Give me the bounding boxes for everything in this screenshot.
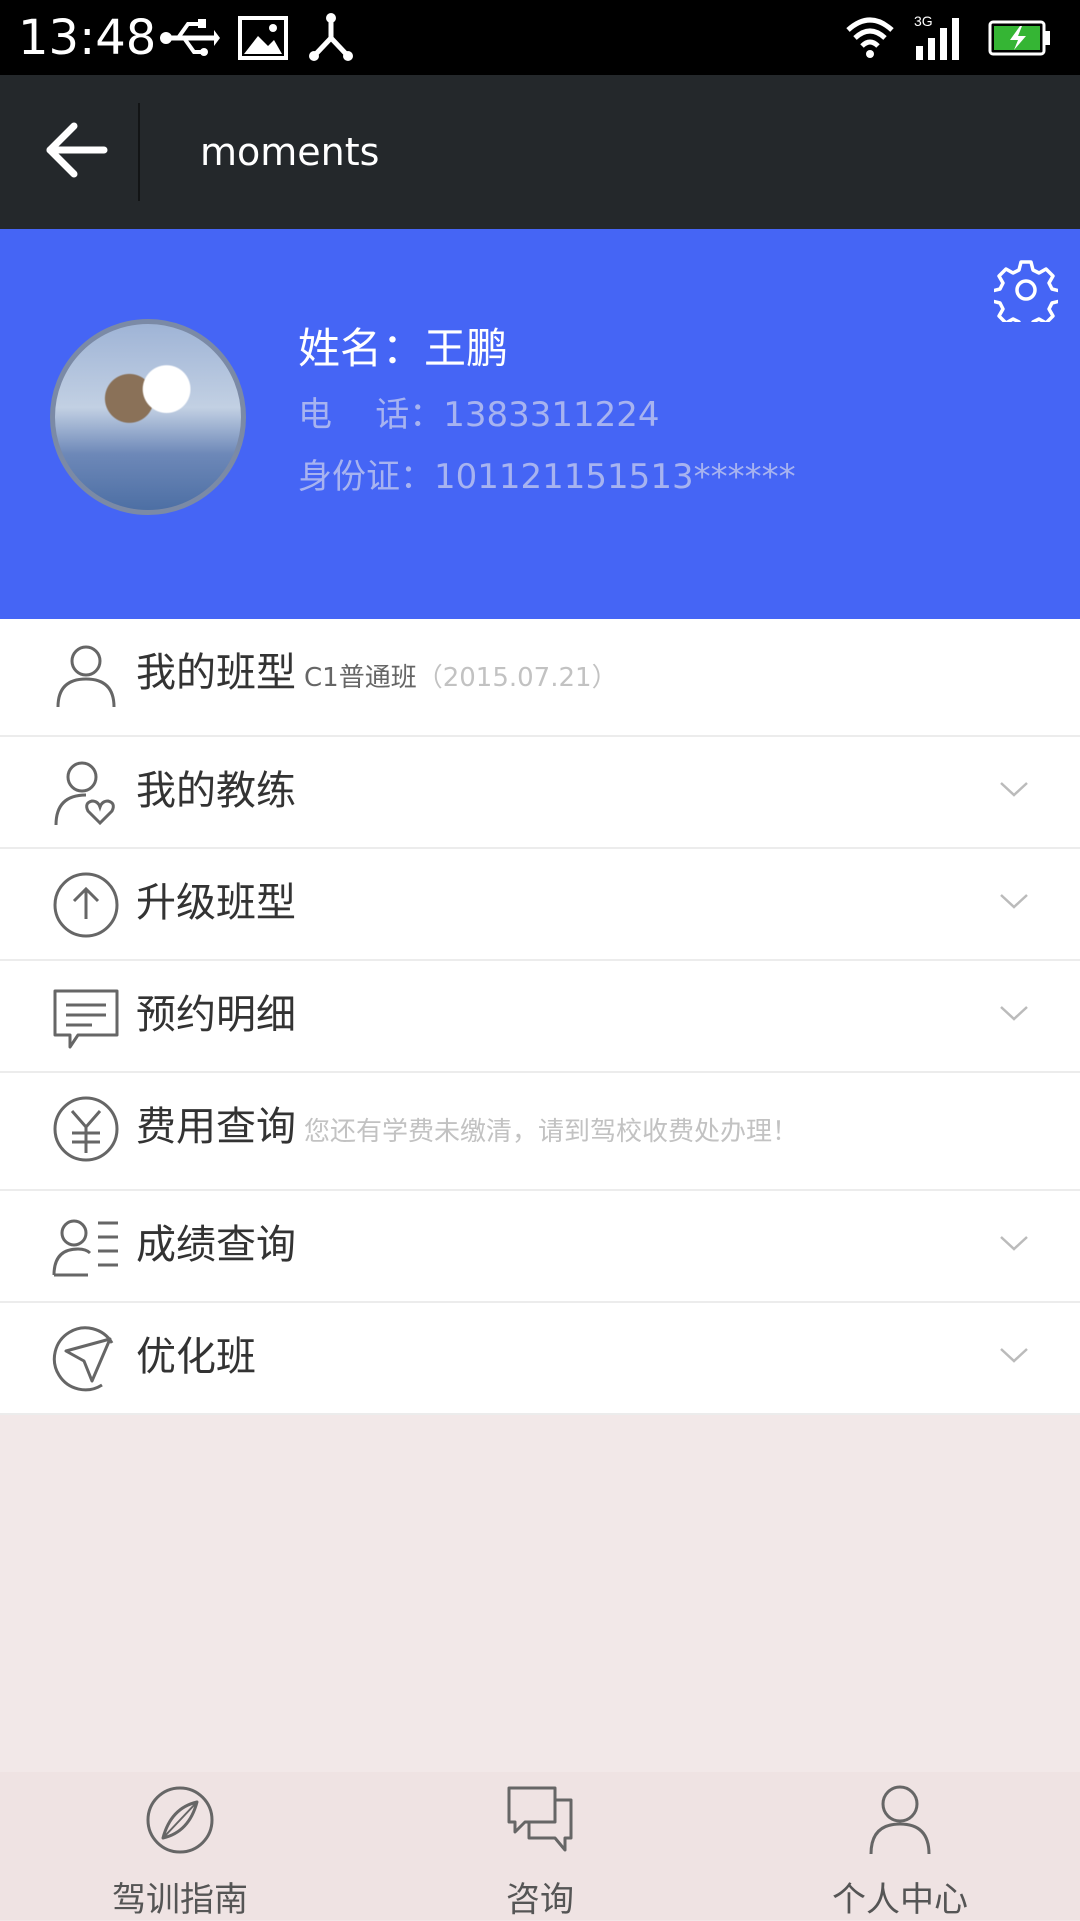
toolbar-divider (138, 103, 140, 201)
send-circle-icon (52, 1326, 114, 1392)
user-heart-icon (54, 761, 115, 826)
menu-item-optimized-class[interactable]: 优化班 (0, 1303, 1080, 1415)
fee-notice: 您还有学费未缴清，请到驾校收费处办理！ (304, 1117, 799, 1147)
page-title: moments (200, 130, 380, 174)
status-bar: 13:48 3G (0, 0, 1080, 75)
arrow-up-circle-icon (53, 872, 119, 938)
app-toolbar: moments (0, 75, 1080, 229)
label-optimized-class: 优化班 (136, 1334, 256, 1380)
back-arrow-icon[interactable] (40, 110, 120, 190)
label-fee-query: 费用查询 (136, 1104, 296, 1150)
chevron-down-icon (1000, 894, 1028, 909)
image-icon (238, 16, 288, 60)
chat-bubbles-icon (507, 1786, 573, 1852)
gear-icon[interactable] (994, 258, 1058, 322)
menu-item-score-query[interactable]: 成绩查询 (0, 1191, 1080, 1303)
battery-charging-icon (988, 20, 1050, 56)
nav-item-personal-center[interactable]: 个人中心 (720, 1772, 1080, 1920)
nav-label-driving-guide: 驾训指南 (112, 1880, 248, 1920)
class-type: C1普通班 (304, 663, 417, 693)
nav-label-personal-center: 个人中心 (832, 1880, 968, 1920)
label-my-class: 我的班型 (136, 650, 296, 696)
wifi-icon (846, 17, 894, 58)
label-booking-details: 预约明细 (136, 992, 296, 1038)
compass-icon (146, 1786, 214, 1854)
label-score-query: 成绩查询 (136, 1222, 296, 1268)
class-date: （2015.07.21） (416, 663, 618, 693)
share-icon (309, 13, 353, 61)
menu-item-my-class[interactable]: 我的班型 C1普通班（2015.07.21） (0, 619, 1080, 737)
signal-3g-icon: 3G (914, 13, 959, 60)
profile-phone: 电 话：1383311224 (298, 395, 660, 435)
chevron-down-icon (1000, 1236, 1028, 1251)
user-icon (869, 1785, 931, 1855)
menu-item-booking-details[interactable]: 预约明细 (0, 961, 1080, 1073)
label-upgrade-class: 升级班型 (136, 880, 296, 926)
chat-list-icon (53, 989, 119, 1049)
avatar[interactable] (50, 319, 246, 515)
label-my-coach: 我的教练 (136, 768, 296, 814)
nav-label-consult: 咨询 (506, 1880, 574, 1920)
yen-circle-icon (53, 1096, 119, 1162)
menu-item-upgrade-class[interactable]: 升级班型 (0, 849, 1080, 961)
bottom-nav: 驾训指南 咨询 个人中心 (0, 1772, 1080, 1920)
chevron-down-icon (1000, 1348, 1028, 1363)
menu-list: 我的班型 C1普通班（2015.07.21） 我的教练 升级班型 预约明细 费用… (0, 619, 1080, 1415)
menu-item-label: 我的班型 C1普通班（2015.07.21） (136, 619, 618, 732)
profile-name: 姓名：王鹏 (298, 324, 509, 373)
menu-item-my-coach[interactable]: 我的教练 (0, 737, 1080, 849)
svg-text:3G: 3G (914, 13, 933, 29)
user-icon (56, 645, 116, 708)
chevron-down-icon (1000, 1006, 1028, 1021)
usb-icon (160, 19, 220, 56)
nav-item-consult[interactable]: 咨询 (360, 1772, 720, 1920)
profile-id: 身份证：101121151513****** (298, 457, 796, 497)
chevron-down-icon (1000, 782, 1028, 797)
menu-item-fee-query[interactable]: 费用查询 您还有学费未缴清，请到驾校收费处办理！ (0, 1073, 1080, 1191)
user-list-icon (52, 1219, 118, 1277)
profile-header: 姓名：王鹏 电 话：1383311224 身份证：101121151513***… (0, 229, 1080, 619)
nav-item-driving-guide[interactable]: 驾训指南 (0, 1772, 360, 1920)
menu-item-label: 费用查询 您还有学费未缴清，请到驾校收费处办理！ (136, 1073, 798, 1186)
status-time: 13:48 (18, 10, 157, 66)
